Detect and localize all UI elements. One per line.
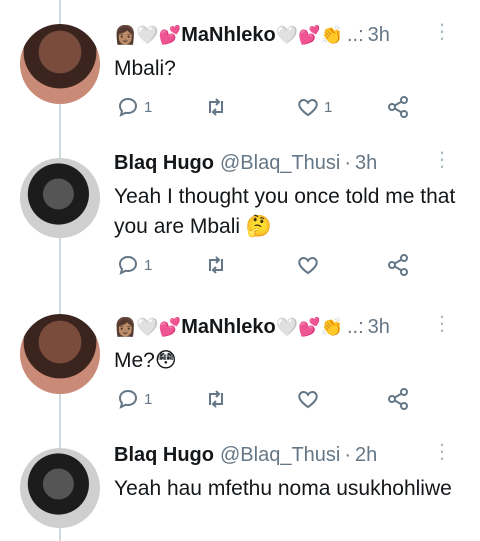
- user-handle[interactable]: @Blaq_Thusi: [220, 444, 340, 467]
- tweet-header: Blaq Hugo @Blaq_Thusi · 2h: [114, 442, 466, 468]
- reply-button[interactable]: 1: [116, 386, 152, 412]
- display-name[interactable]: Blaq Hugo: [114, 444, 214, 467]
- share-icon: [388, 96, 408, 118]
- separator: ..:: [346, 23, 364, 46]
- share-button[interactable]: [386, 94, 410, 120]
- action-bar: 1 1: [116, 94, 416, 120]
- name-emoji-suffix: 🤍💕👏: [275, 316, 343, 338]
- tweet-header: 👩🏽🤍💕 MaNhleko 🤍💕👏 ..: 3h: [114, 22, 466, 48]
- more-vertical-icon[interactable]: ⋮: [432, 150, 452, 170]
- tweet-text: Me?😳: [114, 349, 177, 372]
- reply-icon: [118, 255, 138, 275]
- like-button[interactable]: [296, 386, 320, 412]
- separator: ..:: [346, 315, 364, 338]
- timestamp[interactable]: 3h: [355, 152, 377, 175]
- tweet-text: Yeah I thought you once told me that you…: [114, 185, 456, 238]
- name-emoji-prefix: 👩🏽🤍💕: [114, 24, 182, 46]
- name-emoji-prefix: 👩🏽🤍💕: [114, 316, 182, 338]
- reply-count: 1: [144, 98, 153, 116]
- reply-count: 1: [144, 256, 153, 274]
- share-icon: [388, 254, 408, 276]
- retweet-icon: [209, 390, 223, 408]
- heart-icon: [298, 390, 318, 409]
- like-button[interactable]: [296, 252, 320, 278]
- separator: ·: [344, 151, 352, 174]
- avatar[interactable]: [20, 448, 100, 528]
- timestamp[interactable]: 3h: [368, 316, 390, 339]
- more-vertical-icon[interactable]: ⋮: [432, 22, 452, 42]
- avatar[interactable]: [20, 158, 100, 238]
- retweet-button[interactable]: [204, 252, 228, 278]
- display-name[interactable]: Blaq Hugo: [114, 152, 214, 175]
- tweet-text: Mbali?: [114, 57, 176, 80]
- separator: ·: [344, 443, 352, 466]
- reply-button[interactable]: 1: [116, 252, 152, 278]
- share-icon: [388, 388, 408, 410]
- user-handle[interactable]: @Blaq_Thusi: [220, 152, 340, 175]
- name-emoji-suffix: 🤍💕👏: [275, 24, 343, 46]
- reply-icon: [118, 97, 138, 117]
- display-name[interactable]: MaNhleko: [181, 316, 275, 339]
- more-vertical-icon[interactable]: ⋮: [432, 442, 452, 462]
- more-vertical-icon[interactable]: ⋮: [432, 314, 452, 334]
- like-button[interactable]: 1: [296, 94, 332, 120]
- display-name[interactable]: MaNhleko: [181, 24, 275, 47]
- retweet-icon: [209, 256, 223, 274]
- heart-icon: [298, 256, 318, 275]
- reply-count: 1: [144, 390, 153, 408]
- tweet-header: Blaq Hugo @Blaq_Thusi · 3h: [114, 150, 466, 176]
- action-bar: 1: [116, 386, 416, 412]
- like-count: 1: [324, 98, 333, 116]
- action-bar: 1: [116, 252, 416, 278]
- retweet-button[interactable]: [204, 94, 228, 120]
- timestamp[interactable]: 2h: [355, 444, 377, 467]
- avatar[interactable]: [20, 314, 100, 394]
- share-button[interactable]: [386, 386, 410, 412]
- heart-icon: [298, 98, 318, 117]
- timestamp[interactable]: 3h: [368, 24, 390, 47]
- reply-icon: [118, 389, 138, 409]
- reply-button[interactable]: 1: [116, 94, 152, 120]
- avatar[interactable]: [20, 24, 100, 104]
- retweet-icon: [209, 98, 223, 116]
- share-button[interactable]: [386, 252, 410, 278]
- tweet-header: 👩🏽🤍💕 MaNhleko 🤍💕👏 ..: 3h: [114, 314, 466, 340]
- tweet-text: Yeah hau mfethu noma usukhohliwe: [114, 477, 452, 500]
- retweet-button[interactable]: [204, 386, 228, 412]
